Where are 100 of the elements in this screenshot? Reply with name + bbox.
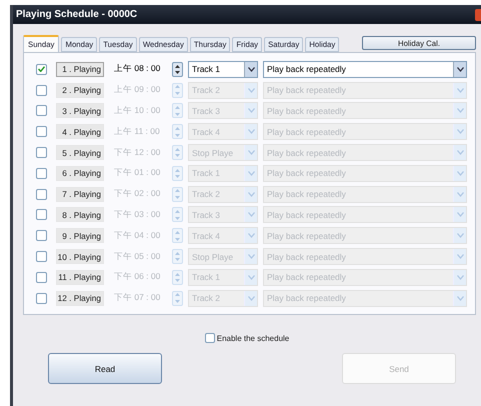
- mode-dropdown[interactable]: Play back repeatedly: [263, 60, 467, 78]
- window-title: Playing Schedule - 0000C: [16, 9, 138, 20]
- up-arrow-icon: [175, 210, 180, 214]
- checkbox[interactable]: [36, 105, 47, 116]
- caret-icon: [248, 150, 254, 156]
- caret-icon: [456, 88, 464, 93]
- time-field[interactable]: 下午 03 : 00: [114, 208, 172, 221]
- caret-icon: [456, 66, 464, 72]
- playing-button[interactable]: 8 . Playing: [56, 207, 104, 222]
- caret-icon: [248, 212, 254, 218]
- mode-dropdown[interactable]: Play back repeatedly: [263, 186, 467, 203]
- playing-button[interactable]: 9 . Playing: [56, 228, 104, 244]
- down-arrow-icon: [175, 196, 180, 199]
- up-arrow-icon: [175, 127, 180, 130]
- checkbox[interactable]: [36, 209, 47, 220]
- time-field[interactable]: 下午 05 : 00: [114, 250, 172, 263]
- playing-button[interactable]: 7 . Playing: [56, 186, 104, 202]
- close-icon[interactable]: [475, 8, 481, 20]
- checkbox[interactable]: [36, 64, 47, 75]
- time-field[interactable]: 上午 10 : 00: [114, 104, 172, 117]
- track-dropdown[interactable]: Track 2: [188, 290, 258, 307]
- time-field[interactable]: 下午 04 : 00: [114, 230, 172, 242]
- mode-dropdown[interactable]: Play back repeatedly: [263, 206, 467, 224]
- up-arrow-icon: [175, 64, 180, 68]
- checkbox-label: Enable the schedule: [216, 334, 290, 342]
- caret-icon: [248, 192, 254, 197]
- caret-icon: [248, 108, 254, 114]
- up-arrow-icon: [175, 106, 180, 110]
- caret-icon: [456, 129, 464, 134]
- time-field[interactable]: 上午 08 : 00: [114, 63, 172, 76]
- up-arrow-icon: [175, 231, 180, 234]
- playing-button[interactable]: 4 . Playing: [56, 124, 104, 140]
- checkbox[interactable]: [36, 84, 47, 96]
- mode-dropdown[interactable]: Play back repeatedly: [263, 82, 467, 99]
- track-dropdown[interactable]: Stop Playe: [188, 248, 258, 266]
- caret-icon: [248, 274, 254, 280]
- caret-icon: [456, 212, 464, 218]
- caret-icon: [456, 150, 464, 156]
- caret-icon: [248, 233, 254, 238]
- time-field[interactable]: 上午 09 : 00: [114, 84, 172, 96]
- track-dropdown[interactable]: Track 1: [188, 268, 258, 286]
- caret-icon: [456, 296, 464, 301]
- checkbox[interactable]: [36, 188, 47, 200]
- track-dropdown[interactable]: Track 1: [188, 60, 258, 78]
- caret-icon: [456, 108, 464, 114]
- playing-button[interactable]: 3 . Playing: [56, 103, 104, 118]
- time-field[interactable]: 上午 11 : 00: [114, 126, 172, 138]
- check-icon: [38, 66, 45, 72]
- caret-icon: [248, 129, 254, 134]
- track-dropdown[interactable]: Track 2: [188, 82, 258, 99]
- spin-button[interactable]: [172, 62, 183, 77]
- checkbox[interactable]: [36, 147, 47, 158]
- time-field[interactable]: 下午 06 : 00: [114, 271, 172, 284]
- checkbox[interactable]: [36, 292, 47, 304]
- checkbox[interactable]: [36, 168, 47, 179]
- track-dropdown[interactable]: Track 3: [188, 102, 258, 120]
- track-dropdown[interactable]: Track 1: [188, 164, 258, 182]
- mode-dropdown[interactable]: Play back repeatedly: [263, 123, 467, 140]
- playing-button[interactable]: 2 . Playing: [56, 82, 104, 98]
- down-arrow-icon: [175, 300, 180, 303]
- caret-icon: [248, 88, 254, 93]
- track-dropdown[interactable]: Track 2: [188, 186, 258, 203]
- track-dropdown[interactable]: Stop Playe: [188, 144, 258, 162]
- caret-icon: [248, 66, 254, 72]
- playing-button[interactable]: 5 . Playing: [56, 145, 104, 160]
- mode-dropdown[interactable]: Play back repeatedly: [263, 102, 467, 120]
- checkbox[interactable]: [204, 333, 215, 343]
- time-field[interactable]: 下午 01 : 00: [114, 167, 172, 180]
- mode-dropdown[interactable]: Play back repeatedly: [263, 290, 467, 307]
- playing-button[interactable]: 11 . Playing: [56, 270, 104, 285]
- track-dropdown[interactable]: Track 4: [188, 227, 258, 244]
- checkbox[interactable]: [36, 251, 47, 262]
- caret-icon: [248, 254, 254, 260]
- down-arrow-icon: [175, 92, 180, 95]
- time-field[interactable]: 下午 02 : 00: [114, 188, 172, 200]
- track-dropdown[interactable]: Track 4: [188, 123, 258, 140]
- mode-dropdown[interactable]: Play back repeatedly: [263, 268, 467, 286]
- checkbox[interactable]: [36, 126, 47, 138]
- down-arrow-icon: [175, 71, 180, 74]
- caret-icon: [456, 233, 464, 238]
- playing-button[interactable]: 12 . Playing: [56, 290, 104, 306]
- mode-dropdown[interactable]: Play back repeatedly: [263, 248, 467, 266]
- playing-button[interactable]: 1 . Playing: [56, 62, 104, 77]
- mode-dropdown[interactable]: Play back repeatedly: [263, 164, 467, 182]
- caret-icon: [456, 170, 464, 176]
- mode-dropdown[interactable]: Play back repeatedly: [263, 144, 467, 162]
- track-dropdown[interactable]: Track 3: [188, 206, 258, 224]
- time-field[interactable]: 下午 12 : 00: [114, 146, 172, 159]
- caret-icon: [456, 274, 464, 280]
- playing-button[interactable]: 6 . Playing: [56, 166, 104, 181]
- caret-icon: [248, 296, 254, 301]
- checkbox[interactable]: [36, 230, 47, 242]
- checkbox[interactable]: [36, 272, 47, 283]
- mode-dropdown[interactable]: Play back repeatedly: [263, 227, 467, 244]
- time-field[interactable]: 下午 07 : 00: [114, 292, 172, 304]
- action-button[interactable]: Read: [48, 353, 162, 384]
- caret-icon: [456, 254, 464, 260]
- caret-icon: [248, 170, 254, 176]
- playing-button[interactable]: 10 . Playing: [56, 249, 104, 264]
- caret-icon: [456, 192, 464, 197]
